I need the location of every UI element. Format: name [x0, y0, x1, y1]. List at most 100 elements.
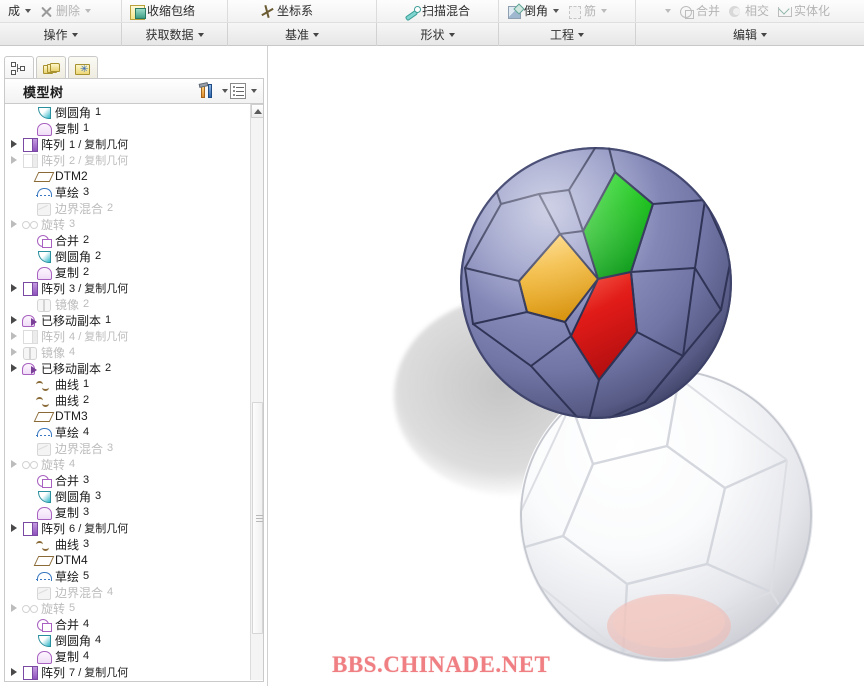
ribbon-group-engineering[interactable]: 工程: [499, 23, 636, 46]
tree-item[interactable]: 复制 4: [5, 648, 251, 664]
expand-triangle-icon[interactable]: [7, 312, 21, 328]
tree-item[interactable]: 阵列 4 / 复制几何: [5, 328, 251, 344]
mirror-icon: [21, 345, 39, 360]
tree-item[interactable]: 曲线 2: [5, 392, 251, 408]
tree-item[interactable]: 阵列 1 / 复制几何: [5, 136, 251, 152]
tree-item[interactable]: 倒圆角 3: [5, 488, 251, 504]
expand-triangle-icon[interactable]: [7, 600, 21, 616]
expand-triangle-icon[interactable]: [7, 344, 21, 360]
expand-triangle-icon[interactable]: [7, 136, 21, 152]
command-sweep-blend[interactable]: 扫描混合: [401, 1, 474, 21]
model-tree-scrollbar[interactable]: [250, 104, 263, 680]
tree-item[interactable]: DTM2: [5, 168, 251, 184]
tree-item[interactable]: 旋转 4: [5, 456, 251, 472]
tree-item[interactable]: 边界混合 3: [5, 440, 251, 456]
model-tree-list[interactable]: 倒圆角 1 复制 1 阵列 1 / 复制几何 阵列 2 / 复制几何 DTM2 草绘 3 边界混合 2 旋…: [5, 104, 251, 680]
tree-item[interactable]: 倒圆角 2: [5, 248, 251, 264]
chevron-down-icon[interactable]: [313, 32, 319, 37]
command-chamfer[interactable]: 倒角: [503, 1, 563, 21]
command-coordinate-system[interactable]: 坐标系: [256, 1, 317, 21]
expand-triangle-icon[interactable]: [7, 664, 21, 680]
tree-item[interactable]: 镜像 2: [5, 296, 251, 312]
tree-item[interactable]: 阵列 6 / 复制几何: [5, 520, 251, 536]
chevron-down-icon[interactable]: [553, 9, 560, 13]
tree-item[interactable]: 合并 4: [5, 616, 251, 632]
tree-item[interactable]: 合并 3: [5, 472, 251, 488]
ribbon-group-operations[interactable]: 操作: [0, 23, 122, 46]
chevron-down-icon[interactable]: [197, 32, 204, 37]
model-tree-tab[interactable]: [4, 56, 34, 80]
expand-triangle-icon[interactable]: [7, 152, 21, 168]
tree-item[interactable]: DTM4: [5, 552, 251, 568]
tree-item[interactable]: 倒圆角 1: [5, 104, 251, 120]
command-intersect[interactable]: 相交: [724, 1, 773, 21]
tree-item[interactable]: 旋转 5: [5, 600, 251, 616]
settings-tools-icon[interactable]: [198, 82, 217, 99]
tree-item[interactable]: 曲线 1: [5, 376, 251, 392]
expand-triangle-icon[interactable]: [7, 216, 21, 232]
tree-item[interactable]: 倒圆角 4: [5, 632, 251, 648]
tree-item-label: 复制: [55, 121, 80, 136]
folder-browser-tab[interactable]: [36, 56, 66, 80]
tree-item[interactable]: 草绘 3: [5, 184, 251, 200]
tree-item[interactable]: 旋转 3: [5, 216, 251, 232]
command-delete[interactable]: 删除: [35, 1, 95, 21]
expand-triangle-icon[interactable]: [7, 280, 21, 296]
command-create[interactable]: 成: [4, 1, 35, 21]
tree-item-label: 镜像: [41, 345, 66, 360]
chevron-down-icon[interactable]: [25, 9, 32, 13]
ribbon-group-getdata[interactable]: 获取数据: [122, 23, 228, 46]
chevron-down-icon[interactable]: [601, 9, 608, 13]
chevron-down-icon[interactable]: [222, 89, 228, 93]
tree-item[interactable]: 已移动副本 1: [5, 312, 251, 328]
ribbon-group-shapes[interactable]: 形状: [377, 23, 499, 46]
tree-item[interactable]: 已移动副本 2: [5, 360, 251, 376]
boundary-blend-icon: [35, 585, 53, 600]
colored-soccer-ball-model[interactable]: [459, 146, 734, 421]
expand-triangle-icon[interactable]: [7, 456, 21, 472]
tree-item[interactable]: 曲线 3: [5, 536, 251, 552]
command-solidify[interactable]: 实体化: [773, 1, 834, 21]
expand-triangle-icon[interactable]: [7, 520, 21, 536]
chevron-down-icon[interactable]: [448, 32, 455, 37]
favorites-tab[interactable]: ✳: [68, 56, 98, 80]
chevron-down-icon[interactable]: [665, 9, 671, 13]
tree-item[interactable]: 复制 3: [5, 504, 251, 520]
chevron-down-icon[interactable]: [71, 32, 78, 37]
tree-item[interactable]: DTM3: [5, 408, 251, 424]
tree-item[interactable]: 合并 2: [5, 232, 251, 248]
ribbon-group-datum[interactable]: 基准: [228, 23, 377, 46]
tree-item-label: 旋转: [41, 217, 66, 232]
tree-item[interactable]: 阵列 7 / 复制几何: [5, 664, 251, 680]
ribbon-command-row: 成 删除 收缩包络 坐标系 扫描混合 倒角 筋 合并 相交 实体化: [0, 0, 864, 22]
command-edit-dropdown[interactable]: [658, 1, 675, 21]
command-shrinkwrap[interactable]: 收缩包络: [126, 1, 199, 21]
command-rib[interactable]: 筋: [563, 1, 611, 21]
tree-item[interactable]: 边界混合 2: [5, 200, 251, 216]
tree-item[interactable]: 草绘 5: [5, 568, 251, 584]
graphics-viewport[interactable]: BBS.CHINADE.NET: [269, 46, 864, 686]
round-icon: [35, 249, 53, 263]
ribbon-group-edit[interactable]: 编辑: [636, 23, 864, 46]
command-create-label: 成: [8, 4, 21, 18]
tree-item[interactable]: 阵列 3 / 复制几何: [5, 280, 251, 296]
tree-item[interactable]: 草绘 4: [5, 424, 251, 440]
expand-triangle-icon[interactable]: [7, 328, 21, 344]
expand-triangle-icon[interactable]: [7, 360, 21, 376]
scrollbar-thumb[interactable]: [252, 402, 263, 634]
display-list-icon[interactable]: [230, 83, 246, 99]
chevron-down-icon[interactable]: [761, 32, 767, 37]
chevron-down-icon[interactable]: [578, 32, 584, 37]
scroll-up-arrow-icon[interactable]: [251, 104, 263, 118]
tree-item[interactable]: 复制 1: [5, 120, 251, 136]
tree-item[interactable]: 边界混合 4: [5, 584, 251, 600]
chevron-down-icon[interactable]: [85, 9, 92, 13]
tree-item[interactable]: 镜像 4: [5, 344, 251, 360]
tree-item[interactable]: 复制 2: [5, 264, 251, 280]
tree-item[interactable]: 阵列 2 / 复制几何: [5, 152, 251, 168]
chevron-down-icon[interactable]: [251, 89, 257, 93]
command-merge[interactable]: 合并: [675, 1, 724, 21]
